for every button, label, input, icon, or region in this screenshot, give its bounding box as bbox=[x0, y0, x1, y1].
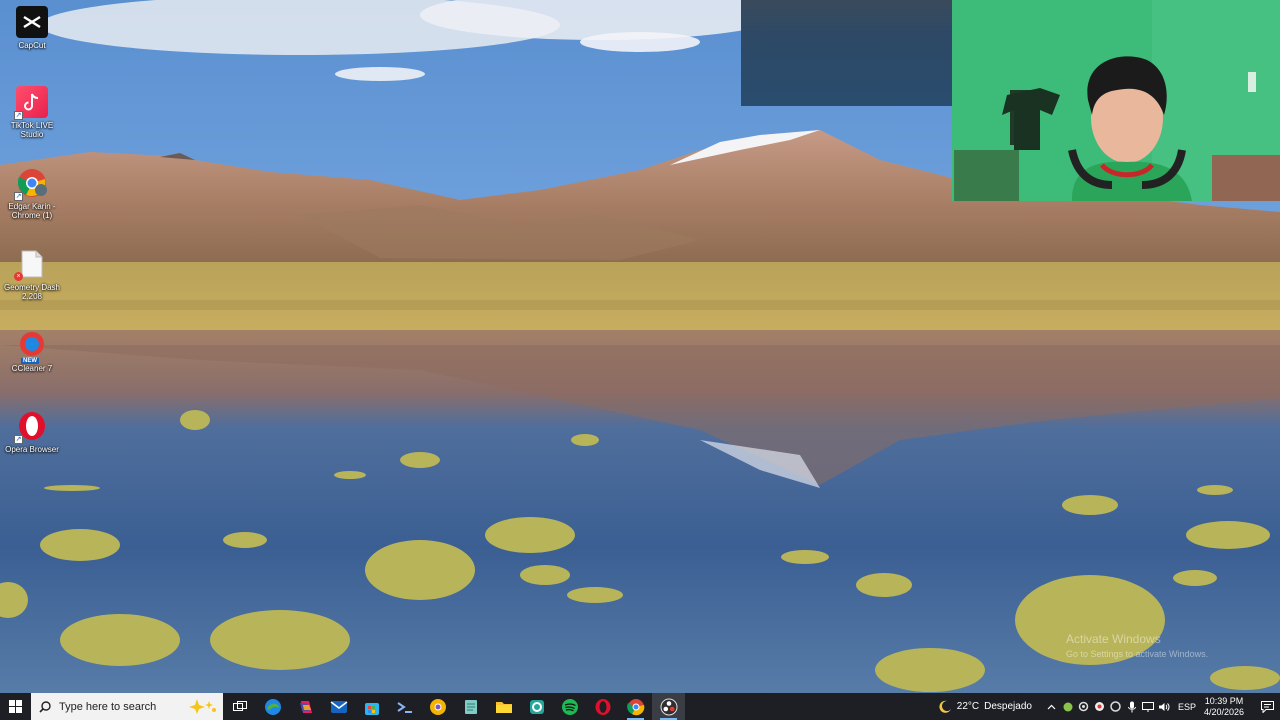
weather-condition: Despejado bbox=[984, 701, 1032, 712]
green-status-icon bbox=[1063, 702, 1073, 711]
clock[interactable]: 10:39 PM 4/20/2026 bbox=[1204, 696, 1244, 718]
search-icon bbox=[39, 700, 51, 713]
notepad-icon bbox=[464, 699, 477, 714]
taskbar-ccleaner[interactable] bbox=[520, 693, 553, 720]
shortcut-arrow-icon: ↗ bbox=[14, 192, 23, 201]
chevron-up-icon bbox=[1048, 704, 1056, 709]
taskbar-obs[interactable] bbox=[652, 693, 685, 720]
terminal-icon bbox=[396, 701, 412, 713]
opera-tray-icon bbox=[1110, 701, 1122, 712]
opera-icon: ↗ bbox=[14, 410, 48, 444]
taskbar-file-explorer[interactable] bbox=[487, 693, 520, 720]
webcam-overlay[interactable] bbox=[952, 0, 1280, 201]
weather-widget[interactable]: 22°C Despejado bbox=[938, 700, 1032, 714]
record-icon bbox=[1095, 702, 1105, 711]
tray-app-opera[interactable] bbox=[1108, 693, 1124, 720]
spotify-icon bbox=[561, 698, 578, 715]
desktop-icon-chrome-profile[interactable]: ↗ Edgar Karin - Chrome (1) bbox=[0, 167, 64, 220]
desktop-icon-label: CapCut bbox=[18, 41, 46, 50]
search-highlight-icon bbox=[189, 699, 216, 714]
desktop-icon-label: Opera Browser bbox=[5, 445, 59, 454]
tiktok-live-icon: ↗ bbox=[14, 86, 48, 120]
speaker-icon bbox=[1158, 702, 1170, 711]
error-badge-icon: × bbox=[14, 272, 23, 281]
desktop-icon-label: TikTok LIVE Studio bbox=[10, 121, 54, 139]
clock-date: 4/20/2026 bbox=[1203, 706, 1244, 717]
network-button[interactable] bbox=[1140, 693, 1156, 720]
taskbar-spotify[interactable] bbox=[553, 693, 586, 720]
outlook-icon bbox=[330, 700, 347, 713]
taskbar-notepad[interactable] bbox=[454, 693, 487, 720]
desktop-icon-label: CCleaner 7 bbox=[11, 364, 53, 373]
desktop-icon-tiktok-live[interactable]: ↗ TikTok LIVE Studio bbox=[0, 86, 64, 139]
chrome-canary-icon bbox=[429, 698, 446, 715]
taskbar: Type here to search 22°C Despejado ESP 1… bbox=[0, 693, 1280, 720]
store-icon bbox=[364, 702, 379, 715]
taskbar-edge[interactable] bbox=[256, 693, 289, 720]
taskbar-search-box[interactable]: Type here to search bbox=[31, 693, 223, 720]
taskbar-chrome-canary[interactable] bbox=[421, 693, 454, 720]
moon-icon bbox=[939, 700, 951, 713]
document-icon: × bbox=[14, 248, 48, 281]
search-placeholder: Type here to search bbox=[59, 700, 157, 713]
obs-icon bbox=[660, 698, 677, 715]
microphone-icon bbox=[1127, 701, 1136, 712]
desktop-icon-geometry-dash[interactable]: × Geometry Dash 2.208 bbox=[0, 248, 64, 301]
windows-logo-icon bbox=[9, 700, 22, 713]
desktop-icon-label: Edgar Karin - Chrome (1) bbox=[8, 202, 56, 220]
tray-app-obs[interactable] bbox=[1092, 693, 1108, 720]
taskbar-copilot[interactable] bbox=[289, 693, 322, 720]
watermark-subtitle: Go to Settings to activate Windows. bbox=[1066, 649, 1209, 659]
copilot-icon bbox=[299, 700, 312, 713]
tray-app-green[interactable] bbox=[1060, 693, 1076, 720]
taskbar-chrome[interactable] bbox=[619, 693, 652, 720]
shortcut-arrow-icon: ↗ bbox=[14, 435, 23, 444]
show-hidden-icons-button[interactable] bbox=[1044, 693, 1060, 720]
edge-icon bbox=[264, 698, 281, 715]
notification-center-button[interactable] bbox=[1254, 693, 1280, 720]
taskbar-opera[interactable] bbox=[586, 693, 619, 720]
opera-taskbar-icon bbox=[595, 698, 610, 715]
start-button[interactable] bbox=[0, 693, 31, 720]
network-icon bbox=[1141, 701, 1154, 712]
language-indicator[interactable]: ESP bbox=[1178, 702, 1196, 712]
desktop-icon-label: Geometry Dash 2.208 bbox=[3, 283, 61, 301]
overlay-window[interactable] bbox=[741, 0, 952, 106]
notification-icon bbox=[1260, 700, 1274, 713]
taskbar-terminal[interactable] bbox=[388, 693, 421, 720]
microphone-button[interactable] bbox=[1124, 693, 1140, 720]
desktop-icon-opera[interactable]: ↗ Opera Browser bbox=[0, 410, 64, 454]
desktop-icon-capcut[interactable]: CapCut bbox=[0, 6, 64, 50]
settings-gear-icon bbox=[1079, 701, 1089, 712]
capcut-icon bbox=[16, 6, 48, 38]
desktop-icon-ccleaner[interactable]: NEW CCleaner 7 bbox=[0, 329, 64, 373]
chrome-icon: ↗ bbox=[14, 167, 48, 201]
shortcut-arrow-icon: ↗ bbox=[14, 111, 23, 120]
ccleaner-taskbar-icon bbox=[529, 699, 544, 714]
watermark-title: Activate Windows bbox=[1066, 632, 1161, 646]
volume-button[interactable] bbox=[1156, 693, 1172, 720]
task-view-icon bbox=[232, 700, 247, 711]
weather-temperature: 22°C bbox=[956, 701, 980, 712]
clock-time: 10:39 PM bbox=[1204, 695, 1244, 706]
tray-app-nvidia[interactable] bbox=[1076, 693, 1092, 720]
system-tray: 22°C Despejado ESP 10:39 PM 4/20/2026 bbox=[938, 693, 1280, 720]
chrome-taskbar-icon bbox=[626, 698, 644, 715]
task-view-button[interactable] bbox=[223, 693, 256, 720]
taskbar-outlook[interactable] bbox=[322, 693, 355, 720]
ccleaner-icon: NEW bbox=[16, 329, 48, 364]
new-badge: NEW bbox=[21, 358, 39, 364]
file-explorer-icon bbox=[495, 701, 512, 713]
taskbar-store[interactable] bbox=[355, 693, 388, 720]
activate-windows-watermark: Activate Windows Go to Settings to activ… bbox=[1066, 632, 1208, 659]
